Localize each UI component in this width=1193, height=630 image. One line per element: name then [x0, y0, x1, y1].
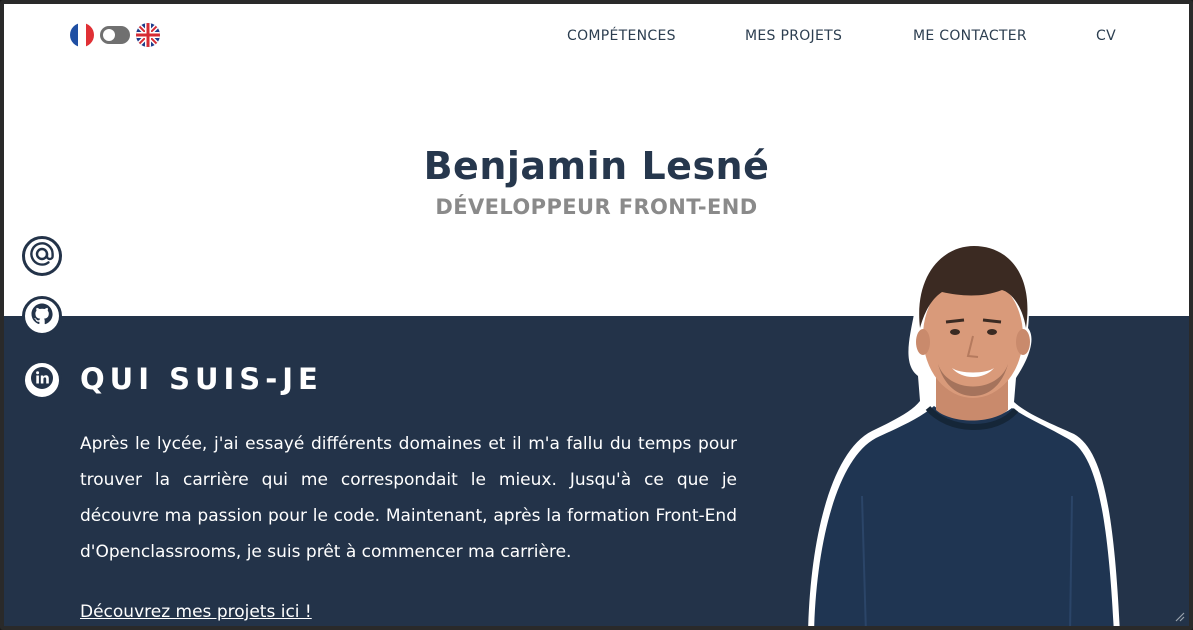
page-subtitle: DÉVELOPPEUR FRONT-END — [435, 195, 758, 219]
page-title: Benjamin Lesné — [423, 144, 770, 188]
projects-link[interactable]: Découvrez mes projets ici ! — [80, 602, 312, 622]
nav-projects-link[interactable]: MES PROJETS — [745, 28, 842, 44]
browser-viewport: COMPÉTENCES MES PROJETS ME CONTACTER CV … — [0, 0, 1193, 630]
nav-skills-link[interactable]: COMPÉTENCES — [567, 28, 676, 44]
main-nav: COMPÉTENCES MES PROJETS ME CONTACTER CV — [4, 28, 1189, 52]
linkedin-icon — [29, 365, 55, 395]
resize-grip-icon[interactable] — [1173, 610, 1185, 622]
nav-cv-link[interactable]: CV — [1096, 28, 1116, 44]
profile-photo — [802, 236, 1132, 626]
about-paragraph: Après le lycée, j'ai essayé différents d… — [80, 434, 737, 562]
linkedin-link[interactable] — [22, 360, 62, 400]
github-link[interactable] — [22, 296, 62, 336]
github-icon — [30, 302, 54, 330]
nav-contact-link[interactable]: ME CONTACTER — [913, 28, 1027, 44]
at-sign-icon — [29, 241, 55, 271]
email-link[interactable] — [22, 236, 62, 276]
about-heading: QUI SUIS-JE — [80, 362, 323, 396]
